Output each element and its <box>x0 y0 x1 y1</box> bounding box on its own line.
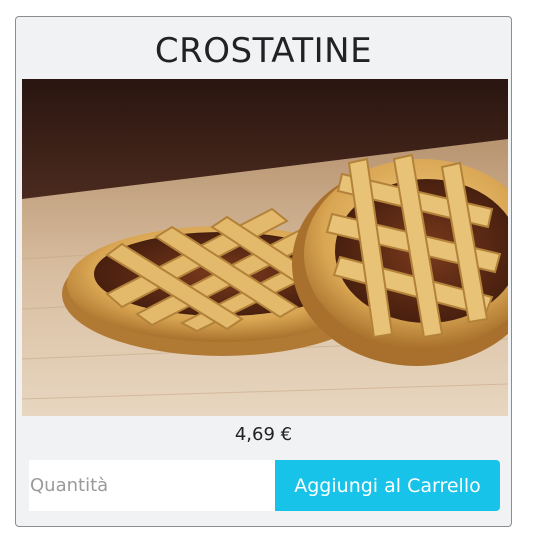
quantity-input[interactable] <box>29 460 275 511</box>
product-card: CROSTATINE 4,69 € Quantità Aggiungi al C… <box>15 16 512 527</box>
product-title: CROSTATINE <box>154 31 373 71</box>
product-image <box>22 79 508 416</box>
add-to-cart-button[interactable]: Aggiungi al Carrello <box>275 460 500 511</box>
product-price: 4,69 € <box>234 424 293 445</box>
